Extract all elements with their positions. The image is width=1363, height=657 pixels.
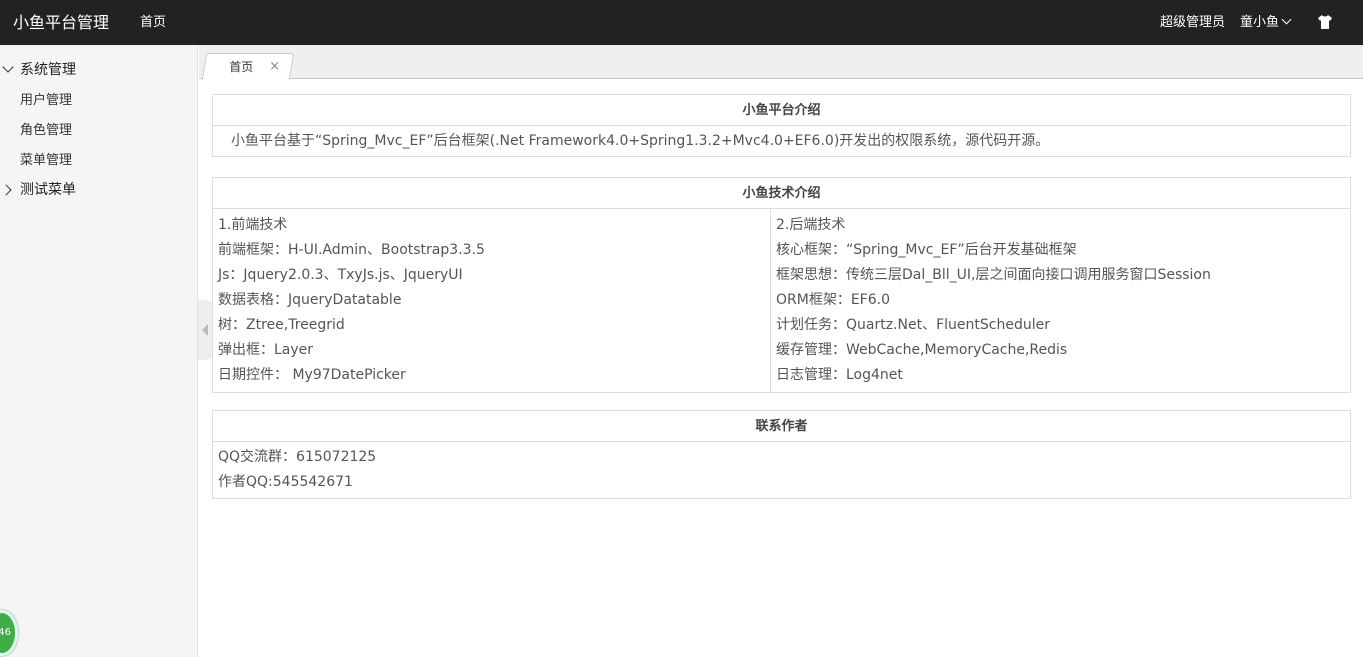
chevron-right-icon [0, 184, 12, 196]
qq-group-line: QQ交流群：615072125 [218, 449, 377, 465]
author-qq-line: 作者QQ:545542671 [218, 474, 353, 490]
tab-bar: 首页 × [199, 45, 1363, 80]
list-item: 1.前端技术 [218, 217, 288, 233]
sidebar-item-roles[interactable]: 角色管理 [20, 121, 72, 141]
list-item: Js：Jquery2.0.3、TxyJs.js、JqueryUI [218, 267, 463, 283]
panel-title: 联系作者 [213, 411, 1350, 442]
sidebar-item-users[interactable]: 用户管理 [20, 91, 72, 111]
sidebar-group-label: 测试菜单 [20, 182, 76, 198]
list-item: 前端框架：H-UI.Admin、Bootstrap3.3.5 [218, 242, 485, 258]
list-item: 日志管理：Log4net [776, 367, 903, 383]
user-menu-dropdown[interactable]: 童小鱼 [1240, 0, 1292, 45]
list-item: 日期控件： My97DatePicker [218, 367, 406, 383]
user-role-label: 超级管理员 [1160, 15, 1226, 30]
sidebar-group-label: 系统管理 [20, 62, 76, 78]
list-item: 框架思想：传统三层Dal_Bll_UI,层之间面向接口调用服务窗口Session [776, 267, 1211, 283]
tab-home[interactable]: 首页 × [201, 53, 295, 80]
brand-title[interactable]: 小鱼平台管理 [13, 0, 109, 45]
platform-intro-panel: 小鱼平台介绍 小鱼平台基于“Spring_Mvc_EF”后台框架(.Net Fr… [212, 94, 1351, 157]
user-name-label: 童小鱼 [1240, 15, 1280, 30]
list-item: 核心框架：“Spring_Mvc_EF”后台开发基础框架 [776, 242, 1077, 258]
chevron-down-icon [2, 61, 14, 73]
frontend-column: 1.前端技术 前端框架：H-UI.Admin、Bootstrap3.3.5 Js… [213, 209, 771, 392]
tab-label: 首页 [229, 60, 254, 74]
panel-title: 小鱼技术介绍 [213, 178, 1350, 209]
tech-intro-panel: 小鱼技术介绍 1.前端技术 前端框架：H-UI.Admin、Bootstrap3… [212, 177, 1351, 393]
panel-title: 小鱼平台介绍 [213, 95, 1350, 126]
sidebar-group-test[interactable]: 测试菜单 [0, 177, 198, 203]
list-item: 数据表格：JqueryDatatable [218, 292, 402, 308]
list-item: 树：Ztree,Treegrid [218, 317, 345, 333]
contact-author-panel: 联系作者 QQ交流群：615072125 作者QQ:545542671 [212, 410, 1351, 499]
chevron-down-icon [1281, 14, 1292, 25]
intro-text: 小鱼平台基于“Spring_Mvc_EF”后台框架(.Net Framework… [231, 133, 1050, 149]
nav-home-link[interactable]: 首页 [140, 0, 166, 45]
list-item: 弹出框：Layer [218, 342, 314, 358]
top-navbar: 小鱼平台管理 首页 超级管理员 童小鱼 [0, 0, 1363, 45]
list-item: 计划任务：Quartz.Net、FluentScheduler [776, 317, 1050, 333]
collapse-arrow-icon [202, 324, 208, 336]
list-item: 缓存管理：WebCache,MemoryCache,Redis [776, 342, 1068, 358]
tshirt-icon[interactable] [1317, 14, 1333, 30]
backend-column: 2.后端技术 核心框架：“Spring_Mvc_EF”后台开发基础框架 框架思想… [771, 209, 1350, 392]
sidebar-group-system[interactable]: 系统管理 [0, 57, 198, 83]
sidebar: 系统管理 用户管理 角色管理 菜单管理 测试菜单 [0, 45, 198, 657]
sidebar-item-menus[interactable]: 菜单管理 [20, 151, 72, 171]
list-item: ORM框架：EF6.0 [776, 292, 890, 308]
close-icon[interactable]: × [269, 54, 280, 80]
list-item: 2.后端技术 [776, 217, 846, 233]
